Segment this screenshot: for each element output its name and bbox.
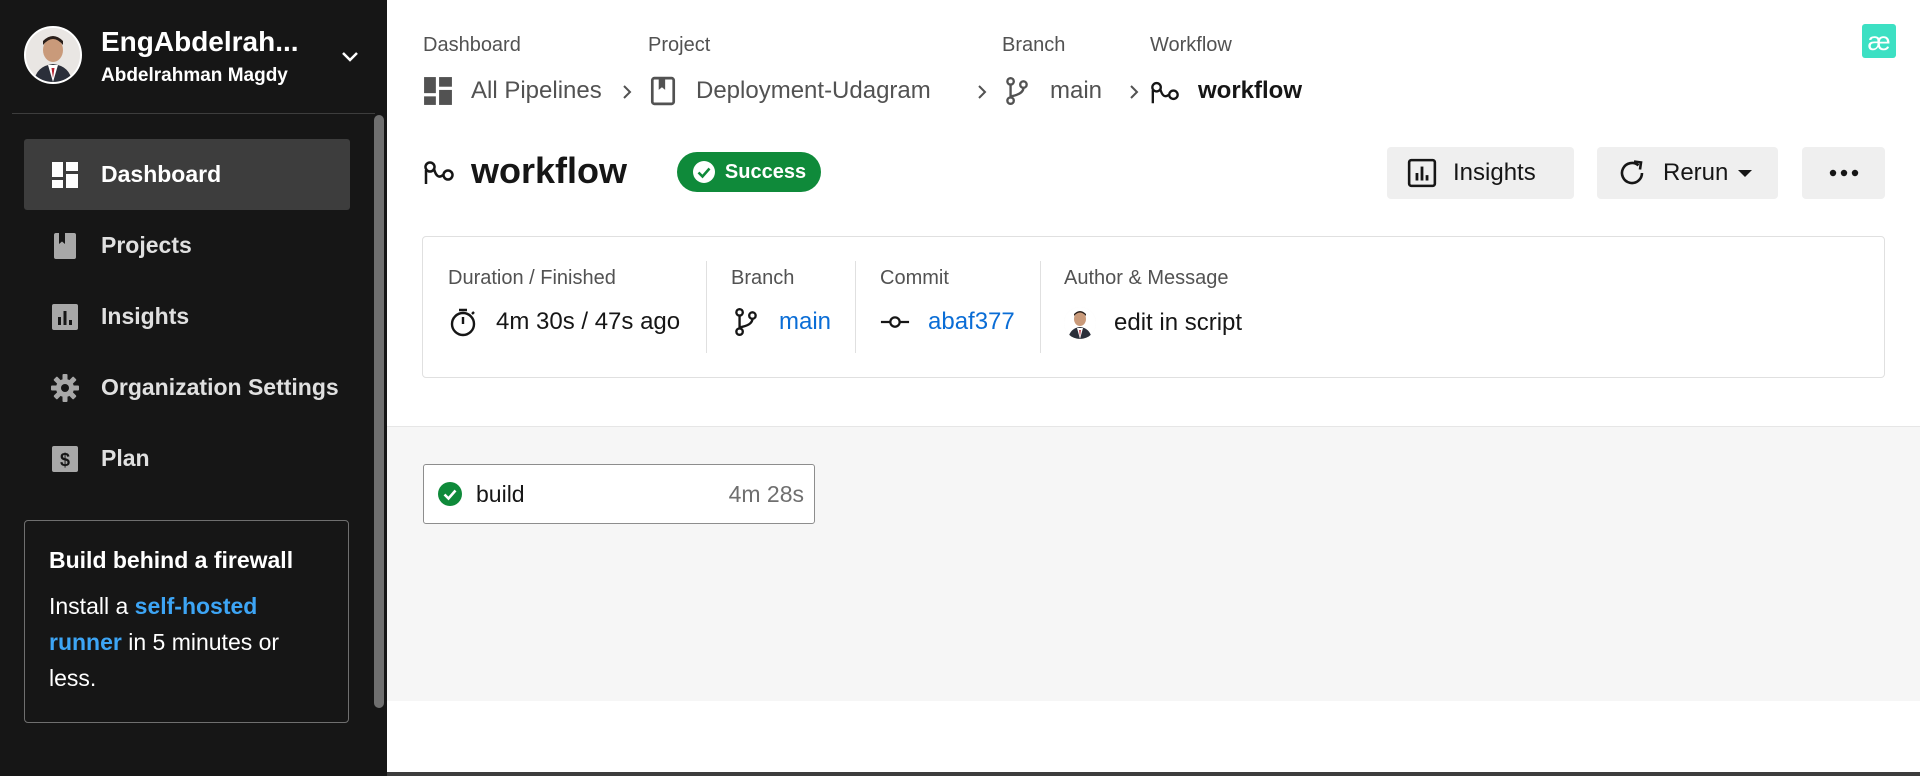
workflow-icon — [424, 161, 454, 184]
rerun-button[interactable]: Rerun — [1597, 147, 1778, 199]
info-value-row: abaf377 — [880, 307, 1015, 337]
jobs-area: build 4m 28s — [387, 426, 1920, 701]
info-value-row: main — [731, 307, 831, 337]
info-caption: Duration / Finished — [448, 267, 616, 289]
chart-icon — [50, 302, 80, 332]
status-badge: Success — [677, 152, 821, 192]
chevron-right-icon — [1130, 85, 1139, 99]
breadcrumb-value[interactable]: All Pipelines — [471, 77, 602, 105]
breadcrumb-caption: Project — [648, 34, 711, 56]
info-value-row: 4m 30s / 47s ago — [448, 307, 680, 337]
breadcrumb-value[interactable]: Deployment-Udagram — [696, 77, 931, 105]
dashboard-icon — [423, 76, 453, 106]
breadcrumb-workflow: Workflow workflow — [1150, 34, 1302, 104]
breadcrumb-value: workflow — [1198, 77, 1303, 104]
user-name: EngAbdelrah... — [101, 26, 299, 57]
promo-text-before: Install a — [49, 593, 135, 619]
promo-text: Install a self-hosted runner in 5 minute… — [49, 588, 324, 696]
sidebar: EngAbdelrah... Abdelrahman Magdy Dashboa… — [0, 0, 387, 776]
job-duration: 4m 28s — [728, 481, 804, 507]
divider — [855, 261, 856, 353]
job-name: build — [476, 481, 525, 507]
breadcrumb-dashboard[interactable]: Dashboard All Pipelines — [423, 34, 602, 105]
chevron-right-icon — [978, 85, 987, 99]
dashboard-icon — [50, 160, 80, 190]
sidebar-item-label: Plan — [101, 445, 150, 471]
breadcrumb-branch[interactable]: Branch main — [1002, 34, 1102, 106]
breadcrumb-caption: Branch — [1002, 34, 1066, 56]
book-icon — [50, 231, 80, 261]
info-caption: Author & Message — [1064, 267, 1229, 289]
user-fullname: Abdelrahman Magdy — [101, 65, 288, 86]
breadcrumb-row: Deployment-Udagram — [648, 76, 931, 106]
sidebar-item-label: Projects — [101, 232, 192, 258]
book-icon — [648, 76, 678, 106]
sidebar-item-label: Insights — [101, 303, 190, 329]
sidebar-item-dashboard[interactable]: Dashboard — [24, 139, 350, 210]
branch-link[interactable]: main — [779, 308, 831, 336]
divider — [706, 261, 707, 353]
divider — [1040, 261, 1041, 353]
dollar-icon: $ — [50, 444, 80, 474]
workflow-icon — [1150, 76, 1180, 106]
rerun-button-label: Rerun — [1663, 159, 1729, 186]
avatar — [24, 26, 82, 84]
insights-button[interactable]: Insights — [1387, 147, 1574, 199]
commit-message: edit in script — [1114, 309, 1243, 336]
job-card-build[interactable]: build 4m 28s — [423, 464, 815, 524]
commit-link[interactable]: abaf377 — [928, 308, 1015, 336]
sidebar-item-plan[interactable]: $ Plan — [24, 423, 350, 494]
promo-card: Build behind a firewall Install a self-h… — [24, 520, 349, 723]
sidebar-item-label: Organization Settings — [101, 374, 339, 400]
stopwatch-icon — [448, 307, 478, 337]
chevron-right-icon — [623, 85, 632, 99]
breadcrumb-value[interactable]: main — [1050, 77, 1102, 105]
gear-icon — [50, 373, 80, 403]
sidebar-item-label: Dashboard — [101, 161, 222, 187]
svg-text:$: $ — [60, 450, 70, 470]
chart-icon — [1407, 158, 1437, 188]
info-caption: Commit — [880, 267, 949, 289]
breadcrumb-caption: Workflow — [1150, 34, 1232, 56]
commit-icon — [880, 307, 910, 337]
check-circle-icon — [692, 161, 715, 183]
breadcrumb-row: workflow — [1150, 76, 1302, 106]
breadcrumb-row: main — [1002, 76, 1102, 106]
sidebar-divider — [12, 113, 375, 114]
more-horizontal-icon — [1829, 169, 1858, 177]
sidebar-item-organization-settings[interactable]: Organization Settings — [24, 352, 350, 423]
branch-icon — [1002, 76, 1032, 106]
branch-icon — [731, 307, 761, 337]
status-label: Success — [724, 160, 807, 183]
promo-title: Build behind a firewall — [49, 547, 294, 573]
main-content: æ Dashboard All Pipelines Project Deploy… — [387, 0, 1920, 776]
app-logo[interactable]: æ — [1862, 24, 1896, 58]
breadcrumb-row: All Pipelines — [423, 76, 602, 106]
bottom-bar — [387, 772, 1920, 776]
breadcrumb-project[interactable]: Project Deployment-Udagram — [648, 34, 931, 106]
breadcrumb-caption: Dashboard — [423, 34, 521, 56]
check-circle-icon — [438, 482, 462, 506]
chevron-down-icon[interactable] — [340, 46, 360, 66]
info-value-row: edit in script — [1064, 307, 1242, 339]
sidebar-item-insights[interactable]: Insights — [24, 281, 350, 352]
author-avatar — [1064, 307, 1096, 339]
page-title: workflow — [471, 150, 628, 191]
more-options-button[interactable] — [1802, 147, 1885, 199]
pipeline-info-card: Duration / Finished 4m 30s / 47s ago Bra… — [422, 236, 1885, 378]
caret-down-icon — [1738, 169, 1753, 177]
insights-button-label: Insights — [1453, 159, 1536, 186]
sidebar-scrollbar[interactable] — [374, 115, 384, 708]
info-value: 4m 30s / 47s ago — [496, 308, 681, 335]
sidebar-item-projects[interactable]: Projects — [24, 210, 350, 281]
refresh-icon — [1620, 160, 1644, 185]
info-caption: Branch — [731, 267, 795, 289]
sidebar-nav: Dashboard Projects Insights Organization… — [24, 139, 350, 494]
user-menu[interactable]: EngAbdelrah... Abdelrahman Magdy — [24, 26, 364, 88]
